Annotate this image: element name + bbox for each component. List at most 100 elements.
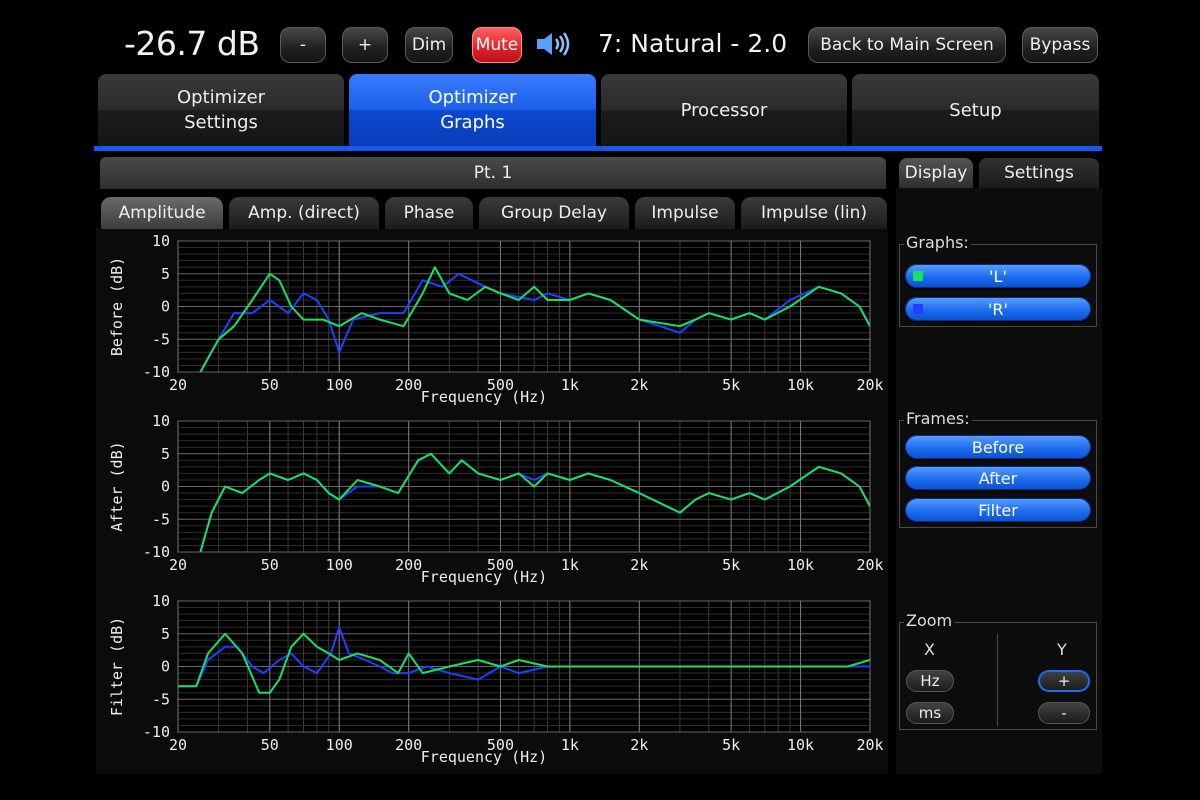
x-tick-label: 10k	[787, 736, 814, 754]
x-tick-label: 20	[169, 736, 187, 754]
x-tick-label: 200	[395, 376, 422, 394]
subtab-amp-direct[interactable]: Amp. (direct)	[229, 197, 379, 229]
graph-l-label: 'L'	[989, 266, 1007, 286]
x-tick-label: 20k	[856, 736, 883, 754]
subtab-group-delay[interactable]: Group Delay	[479, 197, 629, 229]
tab-label: Setup	[949, 99, 1002, 121]
x-tick-label: 50	[261, 376, 279, 394]
filter-graph[interactable]: 1050-5-1020 50 100 200 500 1k 2k 5k 10k 20kFreque…	[96, 589, 888, 774]
y-tick-label: 10	[152, 412, 170, 430]
tab-settings[interactable]: Settings	[979, 158, 1099, 188]
y-tick-label: 10	[152, 592, 170, 610]
tab-underline	[94, 146, 1102, 151]
tab-line1: Optimizer	[176, 87, 266, 108]
volume-down-button[interactable]: -	[280, 27, 326, 63]
y-axis-label: After (dB)	[108, 441, 126, 531]
x-tick-label: 10k	[787, 556, 814, 574]
tab-optimizer-settings[interactable]: Optimizer Settings	[98, 74, 344, 146]
x-tick-label: 5k	[722, 556, 740, 574]
y-tick-label: 5	[161, 625, 170, 643]
subtab-impulse[interactable]: Impulse	[635, 197, 735, 229]
speaker-volume-icon[interactable]	[534, 30, 576, 58]
after-graph[interactable]: 1050-5-1020 50 100 200 500 1k 2k 5k 10k 20kFreque…	[96, 409, 888, 589]
x-tick-label: 2k	[630, 556, 648, 574]
preset-name: 7: Natural - 2.0	[598, 29, 788, 58]
x-tick-label: 5k	[722, 376, 740, 394]
y-tick-label: 5	[161, 265, 170, 283]
subtab-amplitude[interactable]: Amplitude	[101, 197, 223, 229]
x-tick-label: 50	[261, 556, 279, 574]
zoom-y-in-button[interactable]: +	[1038, 670, 1090, 692]
x-axis-label: Frequency (Hz)	[421, 748, 547, 766]
tab-setup[interactable]: Setup	[852, 74, 1099, 146]
mute-button[interactable]: Mute	[472, 27, 522, 63]
y-tick-label: 5	[161, 445, 170, 463]
zoom-y-out-button[interactable]: -	[1038, 702, 1090, 724]
point-selector[interactable]: Pt. 1	[100, 157, 886, 189]
x-axis-label: Frequency (Hz)	[421, 568, 547, 586]
graphs-group-title: Graphs:	[904, 233, 971, 252]
tab-line2: Graphs	[440, 112, 505, 133]
x-tick-label: 50	[261, 736, 279, 754]
y-tick-label: 10	[152, 232, 170, 250]
y-tick-label: -5	[152, 510, 170, 528]
back-to-main-screen-button[interactable]: Back to Main Screen	[808, 27, 1006, 63]
tab-line1: Optimizer	[428, 87, 517, 108]
zoom-x-label: X	[924, 640, 935, 659]
zoom-x-ms-button[interactable]: ms	[906, 702, 954, 724]
x-tick-label: 20k	[856, 376, 883, 394]
y-tick-label: -10	[143, 543, 170, 561]
r-color-swatch	[913, 304, 923, 314]
y-tick-label: 0	[161, 658, 170, 676]
x-tick-label: 20	[169, 556, 187, 574]
zoom-x-hz-button[interactable]: Hz	[906, 670, 954, 692]
graphs-area: 10 5 0 -5 -10 20 50 100 200 500 1k 2k 5k 10k 20k Freque…	[96, 229, 888, 774]
tab-processor[interactable]: Processor	[601, 74, 847, 146]
tab-label: Processor	[680, 99, 768, 121]
display-panel: Graphs: 'L' 'R' Frames: Before After Fil…	[896, 188, 1102, 774]
x-tick-label: 100	[326, 736, 353, 754]
zoom-y-label: Y	[1057, 640, 1067, 659]
frames-group-title: Frames:	[904, 409, 972, 428]
y-tick-label: -10	[143, 363, 170, 381]
bypass-button[interactable]: Bypass	[1022, 27, 1098, 63]
y-tick-label: -5	[152, 690, 170, 708]
x-tick-label: 1k	[561, 556, 579, 574]
subtab-phase[interactable]: Phase	[385, 197, 473, 229]
graph-r-toggle[interactable]: 'R'	[905, 297, 1091, 321]
x-axis-label: Frequency (Hz)	[421, 388, 547, 406]
x-tick-label: 20k	[856, 556, 883, 574]
y-tick-label: -5	[152, 330, 170, 348]
tab-display[interactable]: Display	[899, 158, 973, 188]
frame-after-button[interactable]: After	[905, 466, 1091, 490]
x-tick-label: 10k	[787, 376, 814, 394]
zoom-group-title: Zoom	[904, 611, 955, 630]
graph-l-toggle[interactable]: 'L'	[905, 264, 1091, 288]
before-graph[interactable]: 1050-5-1020 50 100 200 500 1k 2k 5k 10k 20kFreque…	[96, 229, 888, 409]
x-tick-label: 20	[169, 376, 187, 394]
x-tick-label: 100	[326, 376, 353, 394]
x-tick-label: 2k	[630, 736, 648, 754]
x-tick-label: 1k	[561, 376, 579, 394]
y-axis-label: Before (dB)	[108, 257, 126, 356]
y-tick-label: -10	[143, 723, 170, 741]
y-axis-label: Filter (dB)	[108, 617, 126, 716]
x-tick-label: 100	[326, 556, 353, 574]
tab-line2: Settings	[184, 112, 258, 133]
y-tick-label: 0	[161, 478, 170, 496]
graph-r-label: 'R'	[988, 299, 1008, 319]
volume-up-button[interactable]: +	[342, 27, 388, 63]
subtab-impulse-lin[interactable]: Impulse (lin)	[741, 197, 887, 229]
frame-filter-button[interactable]: Filter	[905, 498, 1091, 522]
y-tick-label: 0	[161, 298, 170, 316]
zoom-divider	[997, 634, 998, 726]
x-tick-label: 1k	[561, 736, 579, 754]
x-tick-label: 5k	[722, 736, 740, 754]
x-tick-label: 200	[395, 556, 422, 574]
dim-button[interactable]: Dim	[405, 27, 453, 63]
volume-readout: -26.7 dB	[124, 24, 260, 63]
x-tick-label: 200	[395, 736, 422, 754]
l-color-swatch	[913, 271, 923, 281]
tab-optimizer-graphs[interactable]: Optimizer Graphs	[349, 74, 596, 146]
frame-before-button[interactable]: Before	[905, 435, 1091, 459]
